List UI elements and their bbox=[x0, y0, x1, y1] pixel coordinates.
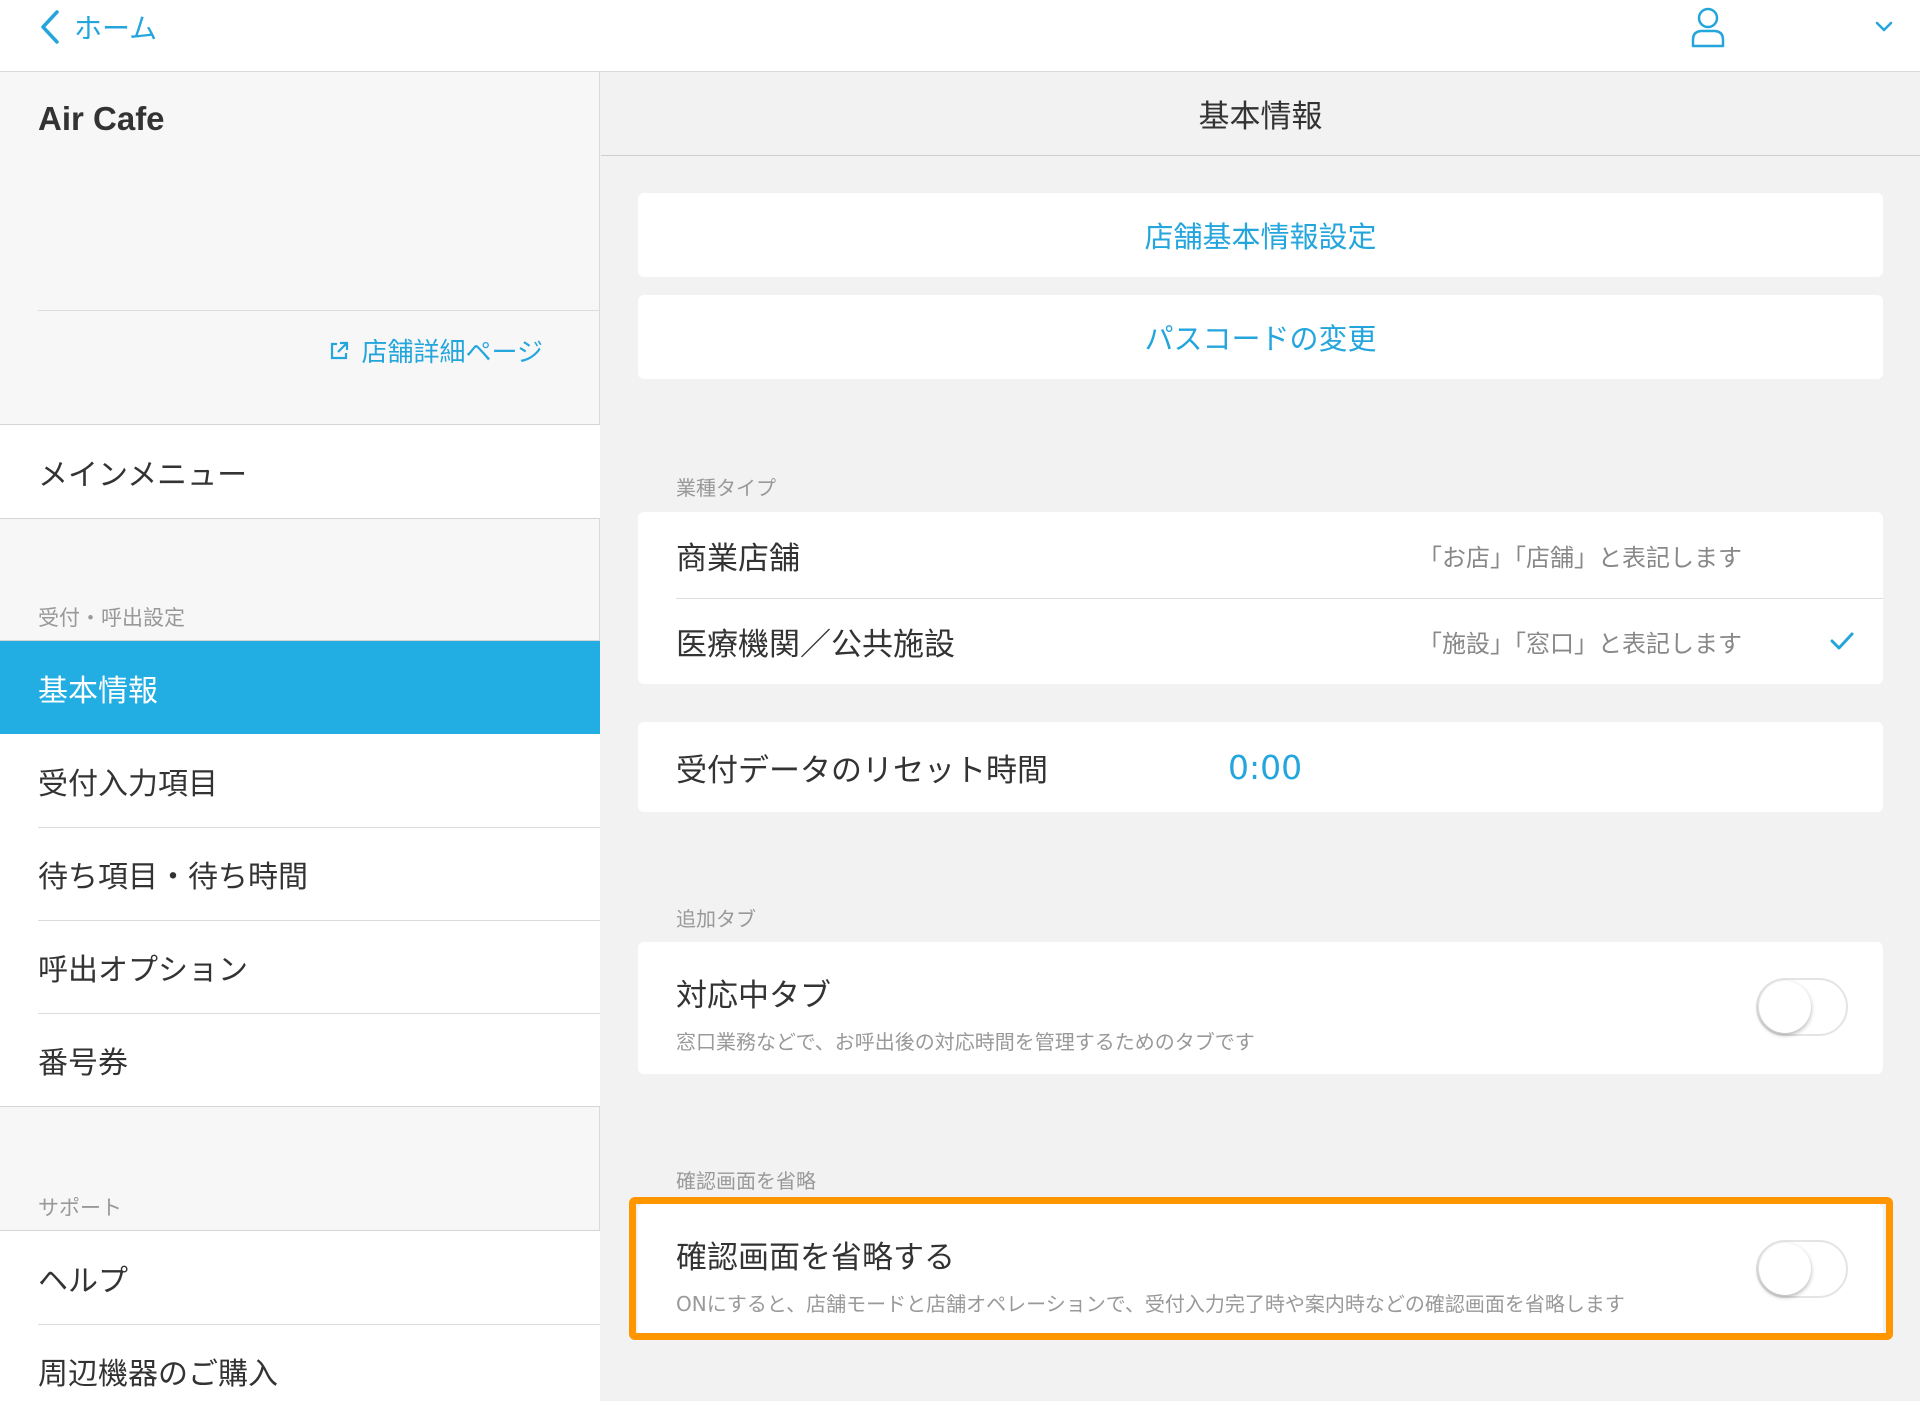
reset-time-value[interactable]: 0:00 bbox=[1228, 748, 1302, 787]
back-label: ホーム bbox=[74, 12, 158, 45]
skip-confirm-card: 確認画面を省略する ONにすると、店舗モードと店舗オペレーションで、受付入力完了… bbox=[638, 1204, 1883, 1336]
chevron-left-icon bbox=[41, 10, 59, 44]
store-detail-label: 店舗詳細ページ bbox=[361, 338, 543, 368]
business-type-card: 商業店舗 「お店」「店舗」と表記します 医療機関／公共施設 「施設」「窓口」と表… bbox=[638, 512, 1883, 684]
store-detail-link[interactable]: 店舗詳細ページ bbox=[328, 332, 543, 369]
extra-tab-label: 追加タブ bbox=[676, 907, 756, 931]
main-panel: 基本情報 店舗基本情報設定 パスコードの変更 業種タイプ 商業店舗 「お店」「店… bbox=[601, 72, 1920, 1401]
passcode-change-button[interactable]: パスコードの変更 bbox=[638, 295, 1883, 379]
option-desc: 「施設」「窓口」と表記します bbox=[1418, 629, 1742, 658]
skip-confirm-title: 確認画面を省略する bbox=[676, 1240, 955, 1276]
sidebar-item-reception-fields[interactable]: 受付入力項目 bbox=[0, 734, 600, 827]
reception-menu-block: 基本情報 受付入力項目 待ち項目・待ち時間 呼出オプション 番号券 bbox=[0, 640, 600, 1107]
toggle-knob bbox=[1759, 1243, 1811, 1295]
support-menu-block: ヘルプ 周辺機器のご購入 bbox=[0, 1230, 600, 1401]
business-type-option-commercial[interactable]: 商業店舗 「お店」「店舗」と表記します bbox=[638, 512, 1883, 598]
sidebar-item-wait-items[interactable]: 待ち項目・待ち時間 bbox=[0, 827, 600, 920]
sidebar-item-basic-info[interactable]: 基本情報 bbox=[0, 641, 600, 734]
skip-confirm-label: 確認画面を省略 bbox=[676, 1169, 816, 1193]
sidebar-item-call-options[interactable]: 呼出オプション bbox=[0, 920, 600, 1013]
store-settings-button[interactable]: 店舗基本情報設定 bbox=[638, 193, 1883, 277]
main-menu-block: メインメニュー bbox=[0, 424, 600, 519]
extra-tab-title: 対応中タブ bbox=[676, 978, 831, 1014]
sidebar-item-peripherals[interactable]: 周辺機器のご購入 bbox=[0, 1324, 600, 1401]
sidebar-item-main-menu[interactable]: メインメニュー bbox=[0, 425, 600, 518]
checkmark-icon bbox=[1830, 632, 1854, 650]
section-label-support: サポート bbox=[38, 1196, 122, 1220]
top-bar: ホーム bbox=[0, 0, 1920, 72]
chevron-down-icon[interactable] bbox=[1874, 20, 1894, 34]
extra-tab-subtitle: 窓口業務などで、お呼出後の対応時間を管理するためのタブです bbox=[676, 1030, 1255, 1054]
page-title: 基本情報 bbox=[601, 72, 1920, 156]
extra-tab-toggle[interactable] bbox=[1756, 978, 1848, 1036]
option-name: 医療機関／公共施設 bbox=[676, 626, 955, 663]
business-type-option-medical[interactable]: 医療機関／公共施設 「施設」「窓口」と表記します bbox=[638, 598, 1883, 684]
skip-confirm-subtitle: ONにすると、店舗モードと店舗オペレーションで、受付入力完了時や案内時などの確認… bbox=[676, 1292, 1625, 1316]
reset-time-label: 受付データのリセット時間 bbox=[676, 752, 1048, 789]
store-name: Air Cafe bbox=[38, 100, 165, 137]
user-icon[interactable] bbox=[1690, 6, 1726, 48]
divider bbox=[38, 310, 600, 311]
sidebar-item-help[interactable]: ヘルプ bbox=[0, 1231, 600, 1324]
option-name: 商業店舗 bbox=[676, 540, 800, 577]
extra-tab-card: 対応中タブ 窓口業務などで、お呼出後の対応時間を管理するためのタブです bbox=[638, 942, 1883, 1074]
business-type-label: 業種タイプ bbox=[676, 476, 776, 500]
reset-time-row: 受付データのリセット時間 0:00 bbox=[638, 722, 1883, 812]
sidebar: Air Cafe 店舗詳細ページ メインメニュー 受付・呼出設定 基本情報 受付… bbox=[0, 72, 600, 1401]
external-link-icon bbox=[330, 341, 348, 359]
back-button[interactable]: ホーム bbox=[40, 0, 157, 54]
sidebar-item-number-ticket[interactable]: 番号券 bbox=[0, 1013, 600, 1106]
option-desc: 「お店」「店舗」と表記します bbox=[1418, 543, 1742, 572]
section-label-reception: 受付・呼出設定 bbox=[38, 606, 185, 630]
skip-confirm-toggle[interactable] bbox=[1756, 1240, 1848, 1298]
toggle-knob bbox=[1759, 981, 1811, 1033]
